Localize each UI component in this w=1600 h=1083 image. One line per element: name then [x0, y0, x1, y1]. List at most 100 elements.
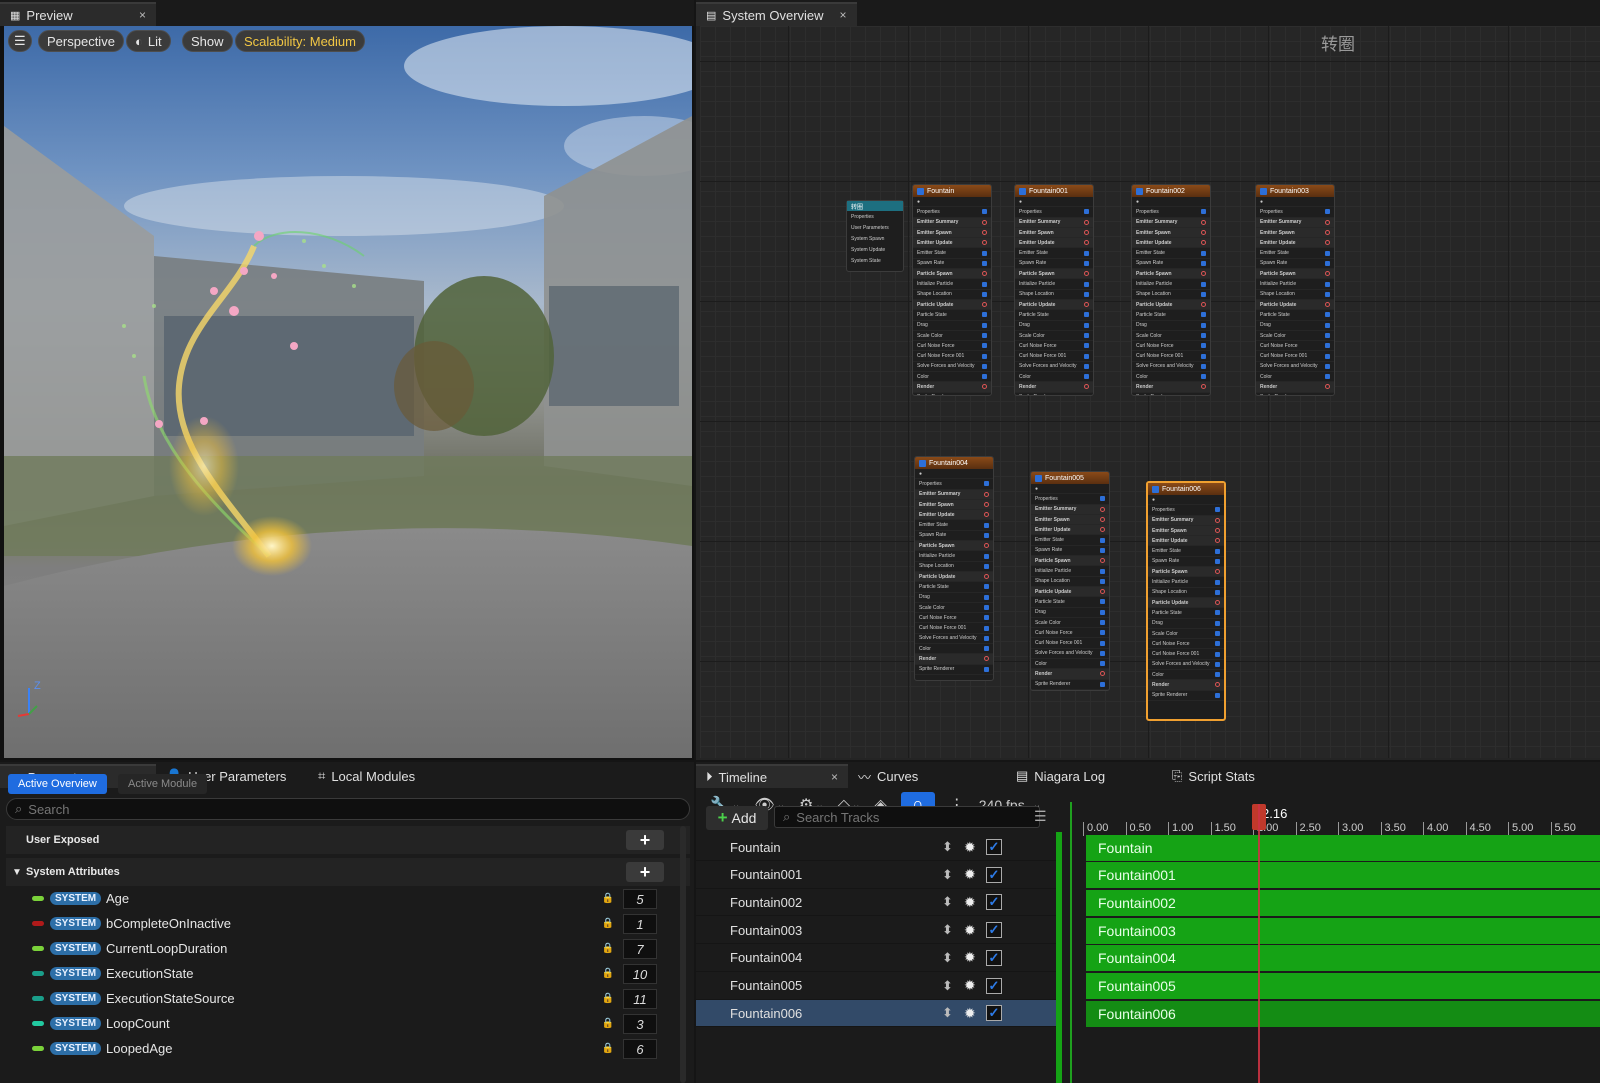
close-icon[interactable]: × [139, 8, 146, 22]
enable-checkbox[interactable] [1100, 496, 1105, 502]
emitter-row[interactable]: Scale Color [1148, 629, 1224, 640]
enable-checkbox[interactable] [984, 605, 989, 610]
enable-checkbox[interactable] [919, 459, 926, 467]
emitter-row[interactable]: Particle State [1256, 310, 1334, 321]
emitter-row[interactable]: Scale Color [1132, 331, 1210, 342]
enable-checkbox[interactable] [984, 635, 989, 641]
enable-checkbox[interactable] [1201, 343, 1206, 349]
emitter-row[interactable]: Sprite Renderer [913, 393, 991, 395]
emitter-row[interactable]: Particle State [1132, 310, 1210, 321]
emitter-row[interactable]: Emitter Update [1015, 238, 1093, 249]
enable-checkbox[interactable] [982, 250, 987, 256]
pin-icon[interactable] [1084, 240, 1089, 246]
enable-checkbox[interactable] [1325, 343, 1330, 349]
emitter-row[interactable]: Emitter State [1256, 248, 1334, 259]
pin-icon[interactable] [1100, 671, 1105, 677]
enable-checkbox[interactable] [1201, 333, 1206, 338]
emitter-row[interactable]: Emitter Spawn [1031, 514, 1109, 526]
enable-checkbox[interactable] [984, 584, 989, 590]
emitter-row[interactable]: Particle Update [1256, 299, 1334, 311]
emitter-row[interactable]: Curl Noise Force 001 [1031, 638, 1109, 649]
pin-icon[interactable] [984, 512, 989, 518]
emitter-row[interactable]: Initialize Particle [1031, 566, 1109, 577]
emitter-row[interactable]: Shape Location [913, 290, 991, 300]
emitter-row[interactable]: Properties [1031, 494, 1109, 505]
solo-icon[interactable]: ✹ [964, 922, 976, 939]
emitter-row[interactable]: Emitter Spawn [1015, 227, 1093, 239]
emitter-row[interactable]: Initialize Particle [1132, 279, 1210, 290]
emitter-row[interactable]: Scale Color [1015, 331, 1093, 342]
emitter-row[interactable]: Particle Update [1031, 586, 1109, 598]
emitter-row[interactable]: Render [913, 382, 991, 393]
enable-checkbox[interactable] [984, 481, 989, 487]
enable-checkbox[interactable] [1084, 260, 1089, 266]
attribute-row[interactable]: SYSTEM LoopCount 🔒 3 [6, 1011, 672, 1036]
enable-checkbox[interactable] [1215, 579, 1220, 585]
pin-icon[interactable] [1215, 528, 1220, 534]
enable-checkbox[interactable] [1201, 209, 1206, 215]
emitter-row[interactable]: Particle Update [915, 571, 993, 583]
enable-checkbox[interactable] [982, 394, 987, 395]
enable-checkbox[interactable]: ✓ [986, 949, 1002, 966]
emitter-node-header[interactable]: Fountain003 [1256, 185, 1334, 197]
enable-checkbox[interactable] [1084, 394, 1089, 395]
emitter-row[interactable]: Curl Noise Force [1031, 628, 1109, 639]
pin-icon[interactable] [1325, 384, 1330, 390]
emitter-row[interactable]: Emitter Spawn [1148, 525, 1224, 537]
tab-niagara-log[interactable]: ▤ Niagara Log [1006, 764, 1162, 788]
enable-checkbox[interactable] [1136, 187, 1143, 195]
scrollbar[interactable] [680, 826, 686, 1083]
enable-checkbox[interactable] [1215, 651, 1220, 657]
enable-checkbox[interactable] [1325, 250, 1330, 256]
emitter-row[interactable]: Curl Noise Force 001 [915, 623, 993, 634]
emitter-row[interactable]: Emitter State [1148, 546, 1224, 557]
pin-icon[interactable] [1201, 384, 1206, 390]
attribute-row[interactable]: SYSTEM bCompleteOnInactive 🔒 1 [6, 911, 672, 936]
emitter-row[interactable]: Curl Noise Force 001 [1148, 649, 1224, 660]
emitter-row[interactable]: Solve Forces and Velocity [913, 362, 991, 373]
emitter-row[interactable]: Emitter State [913, 248, 991, 259]
emitter-row[interactable]: Solve Forces and Velocity [915, 634, 993, 645]
pin-icon[interactable] [1201, 240, 1206, 246]
emitter-row[interactable]: Particle Spawn [913, 269, 991, 280]
enable-checkbox[interactable] [1084, 333, 1089, 338]
emitter-row[interactable]: Color [1015, 372, 1093, 383]
emitter-row[interactable]: Spawn Rate [913, 259, 991, 270]
emitter-row[interactable]: Spawn Rate [1148, 557, 1224, 568]
enable-checkbox[interactable] [1100, 681, 1105, 687]
emitter-row[interactable]: Particle Spawn [1256, 269, 1334, 280]
isolate-icon[interactable]: ⬍ [942, 839, 953, 855]
enable-checkbox[interactable] [1325, 333, 1330, 338]
enable-checkbox[interactable] [1084, 312, 1089, 318]
track-lane[interactable]: Fountain005 [1086, 973, 1600, 999]
add-track-button[interactable]: + Add [706, 806, 768, 830]
enable-checkbox[interactable] [917, 187, 924, 195]
pin-icon[interactable] [1215, 538, 1220, 544]
emitter-row[interactable]: Color [1132, 372, 1210, 383]
enable-checkbox[interactable]: ✓ [986, 977, 1002, 994]
emitter-row[interactable]: Shape Location [1132, 290, 1210, 300]
pin-icon[interactable] [982, 219, 987, 225]
emitter-row[interactable]: Initialize Particle [1148, 577, 1224, 588]
emitter-row[interactable]: Particle Update [1148, 597, 1224, 609]
pin-icon[interactable] [1215, 569, 1220, 575]
emitter-row[interactable]: Drag [1031, 608, 1109, 618]
enable-checkbox[interactable] [1084, 281, 1089, 287]
pin-icon[interactable] [982, 240, 987, 246]
enable-checkbox[interactable] [1215, 641, 1220, 647]
enable-checkbox[interactable]: ✓ [986, 839, 1002, 855]
emitter-row[interactable]: Particle State [1148, 608, 1224, 619]
emitter-row[interactable]: Properties [915, 479, 993, 490]
enable-checkbox[interactable] [1215, 672, 1220, 678]
tab-timeline[interactable]: ⏵ Timeline × [696, 764, 848, 788]
emitter-row[interactable]: Emitter Update [915, 510, 993, 521]
emitter-row[interactable]: Properties [1132, 207, 1210, 218]
category-system-attributes[interactable]: ▼ System Attributes + [6, 858, 690, 886]
emitter-row[interactable]: Color [1148, 670, 1224, 681]
pin-icon[interactable] [984, 502, 989, 508]
enable-checkbox[interactable] [1215, 661, 1220, 667]
pin-icon[interactable] [1201, 230, 1206, 236]
close-icon[interactable]: × [831, 770, 838, 784]
enable-checkbox[interactable] [1084, 322, 1089, 328]
enable-checkbox[interactable] [1100, 620, 1105, 625]
